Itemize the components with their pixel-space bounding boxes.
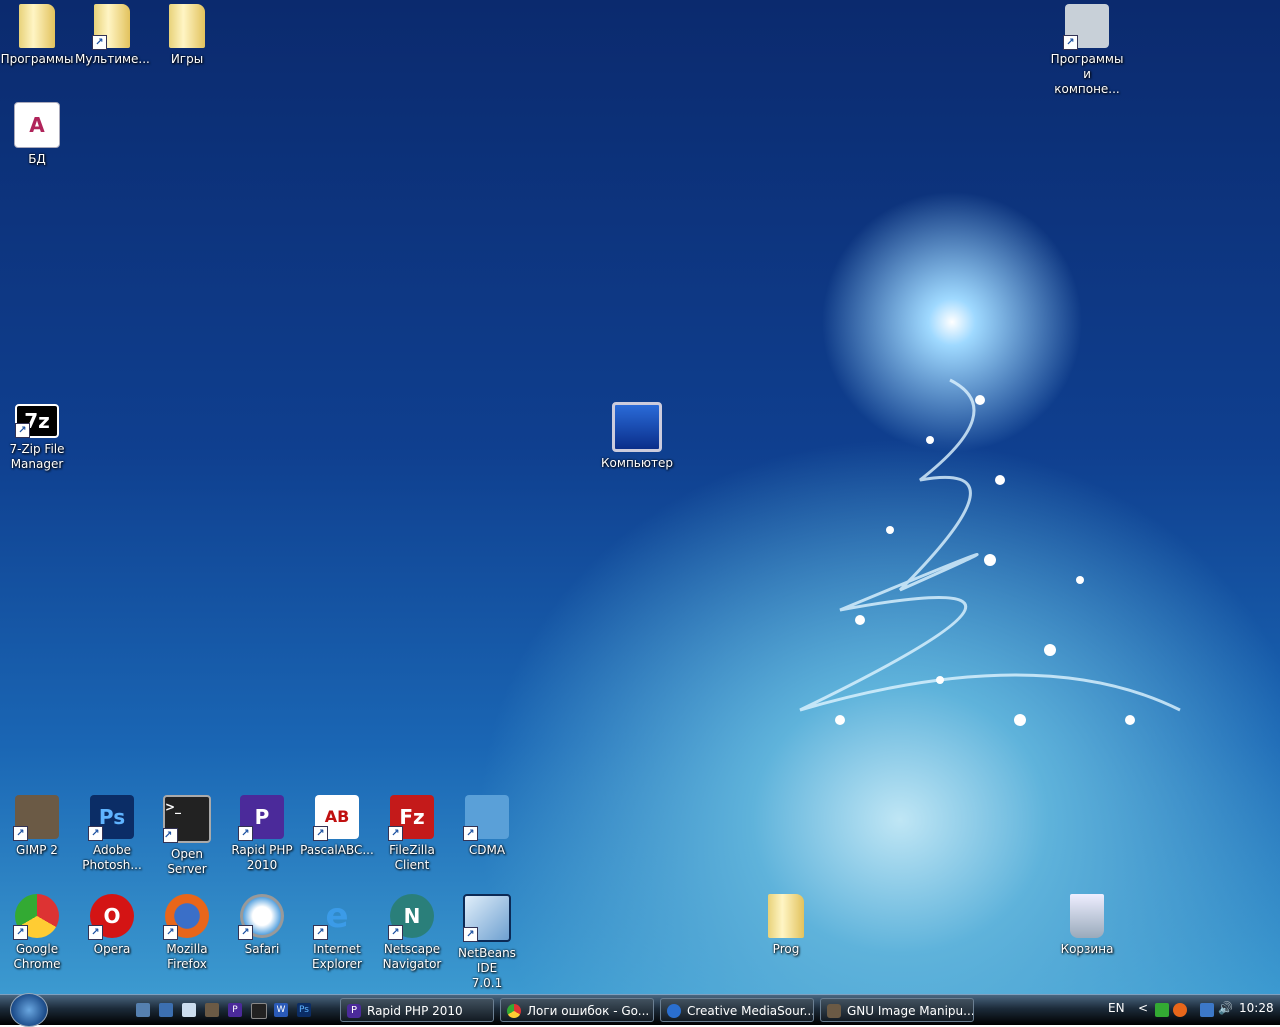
- photoshop-icon: Ps ↗: [88, 795, 134, 841]
- show-desktop-icon[interactable]: [136, 1003, 150, 1017]
- taskbar: P W Ps P Rapid PHP 2010 Логи ошибок - Go.…: [0, 993, 1280, 1027]
- gimp-icon[interactable]: [205, 1003, 219, 1017]
- terminal-icon[interactable]: [251, 1003, 267, 1019]
- desktop-icon-rapid-php[interactable]: P ↗ Rapid PHP 2010: [225, 795, 299, 873]
- netbeans-icon: ↗: [463, 894, 511, 942]
- desktop-icon-gimp[interactable]: ↗ GIMP 2: [0, 795, 74, 858]
- notepad-icon[interactable]: [182, 1003, 196, 1017]
- desktop-icon-filezilla[interactable]: Fz ↗ FileZilla Client: [375, 795, 449, 873]
- desktop-icon-recycle-bin[interactable]: Корзина: [1050, 894, 1124, 957]
- recycle-bin-icon: [1070, 894, 1104, 938]
- desktop-icon-ie[interactable]: e ↗ Internet Explorer: [300, 894, 374, 972]
- desktop-icon-opera[interactable]: O ↗ Opera: [75, 894, 149, 957]
- access-database-icon: A: [14, 102, 60, 148]
- language-indicator[interactable]: EN: [1108, 1001, 1125, 1015]
- desktop: Программы ↗ Мультиме... Игры ↗ Программы и…: [0, 0, 1280, 994]
- firefox-icon: ↗: [163, 894, 209, 940]
- desktop-icon-multimedia[interactable]: ↗ Мультиме...: [75, 4, 150, 67]
- opera-icon: O ↗: [88, 894, 134, 940]
- netscape-icon: N ↗: [388, 894, 434, 940]
- clock[interactable]: 10:28: [1239, 1001, 1274, 1015]
- show-hidden-icons-button[interactable]: <: [1138, 1001, 1148, 1015]
- desktop-icon-cdma[interactable]: ↗ CDMA: [450, 795, 524, 858]
- folder-shortcut-icon: ↗: [92, 4, 130, 50]
- switch-windows-icon[interactable]: [159, 1003, 173, 1017]
- rapid-php-icon: P ↗: [238, 795, 284, 841]
- network-icon: ↗: [463, 795, 509, 841]
- chrome-icon: ↗: [13, 894, 59, 940]
- rapid-php-icon[interactable]: P: [228, 1003, 242, 1017]
- action-center-flag-icon[interactable]: [1155, 1003, 1169, 1017]
- folder-icon: [768, 894, 804, 938]
- start-button[interactable]: [10, 993, 48, 1027]
- desktop-icon-firefox[interactable]: ↗ Mozilla Firefox: [150, 894, 224, 972]
- desktop-icon-prog[interactable]: Prog: [749, 894, 823, 957]
- mediasource-icon: [667, 1004, 681, 1018]
- desktop-icon-chrome[interactable]: ↗ Google Chrome: [0, 894, 74, 972]
- 7zip-icon: 7z ↗: [15, 404, 59, 438]
- pascalabc-icon: AB ↗: [313, 795, 359, 841]
- desktop-icon-netscape[interactable]: N ↗ Netscape Navigator: [375, 894, 449, 972]
- desktop-icon-photoshop[interactable]: Ps ↗ Adobe Photosh...: [75, 795, 149, 873]
- desktop-icon-pascalabc[interactable]: AB ↗ PascalABC...: [300, 795, 374, 858]
- folder-icon: [169, 4, 205, 48]
- ie-icon: e ↗: [313, 894, 359, 940]
- gimp-icon: [827, 1004, 841, 1018]
- photoshop-icon[interactable]: Ps: [297, 1003, 311, 1017]
- gimp-icon: ↗: [13, 795, 59, 841]
- terminal-icon: >_ ↗: [163, 795, 211, 843]
- desktop-icon-safari[interactable]: ↗ Safari: [225, 894, 299, 957]
- computer-icon: [612, 402, 662, 452]
- desktop-icon-games[interactable]: Игры: [150, 4, 224, 67]
- task-rapid-php[interactable]: P Rapid PHP 2010: [340, 998, 494, 1022]
- folder-icon: [19, 4, 55, 48]
- task-creative-mediasource[interactable]: Creative MediaSour...: [660, 998, 814, 1022]
- task-gimp[interactable]: GNU Image Manipu...: [820, 998, 974, 1022]
- desktop-icon-netbeans[interactable]: ↗ NetBeans IDE 7.0.1: [450, 894, 524, 991]
- task-chrome[interactable]: Логи ошибок - Go...: [500, 998, 654, 1022]
- desktop-icon-computer[interactable]: Компьютер: [600, 402, 674, 471]
- word-icon[interactable]: W: [274, 1003, 288, 1017]
- desktop-icon-7zip[interactable]: 7z ↗ 7-Zip File Manager: [0, 404, 74, 472]
- filezilla-icon: Fz ↗: [388, 795, 434, 841]
- safari-icon: ↗: [238, 894, 284, 940]
- chrome-icon: [507, 1004, 521, 1018]
- desktop-icon-db[interactable]: A БД: [0, 102, 74, 167]
- programs-features-icon: ↗: [1063, 4, 1109, 50]
- volume-icon[interactable]: 🔊: [1218, 1001, 1233, 1015]
- network-icon[interactable]: [1200, 1003, 1214, 1017]
- rapid-php-icon: P: [347, 1004, 361, 1018]
- desktop-icon-open-server[interactable]: >_ ↗ Open Server: [150, 795, 224, 877]
- christmas-tree-wallpaper: [799, 378, 1181, 726]
- desktop-icon-programs-features[interactable]: ↗ Программы и компоне...: [1050, 4, 1124, 97]
- desktop-icon-programs[interactable]: Программы: [0, 4, 74, 67]
- tray-app-icon[interactable]: [1173, 1003, 1187, 1017]
